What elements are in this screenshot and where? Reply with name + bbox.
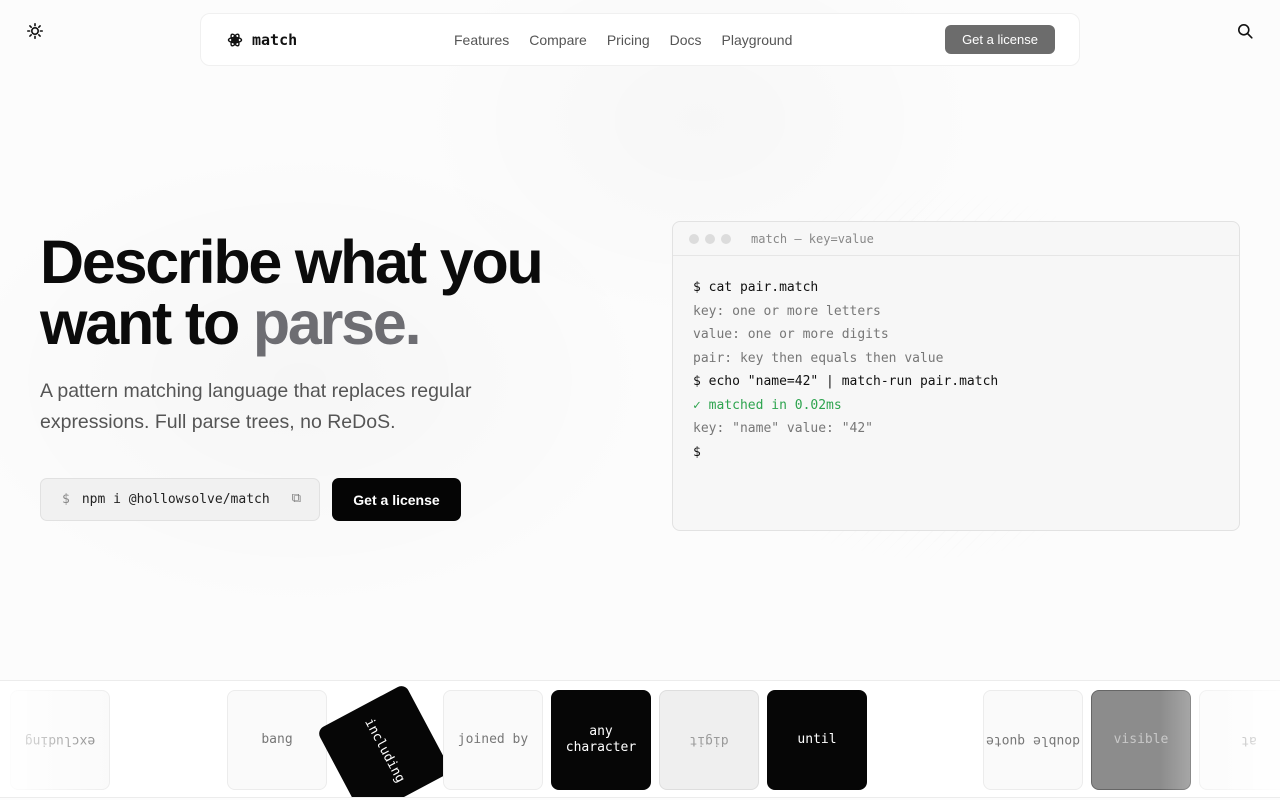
- install-prompt: $: [62, 492, 70, 507]
- nav-link-compare[interactable]: Compare: [529, 32, 587, 48]
- copy-icon[interactable]: ⧉: [292, 491, 301, 506]
- nav-link-docs[interactable]: Docs: [670, 32, 702, 48]
- keyword-tile[interactable]: bang: [227, 690, 327, 790]
- terminal-title: match — key=value: [751, 231, 874, 246]
- install-command: npm i @hollowsolve/match: [81, 492, 270, 507]
- sun-icon: [27, 23, 43, 39]
- hero-get-license-button[interactable]: Get a license: [332, 478, 461, 521]
- install-command-box[interactable]: $ npm i @hollowsolve/match ⧉: [40, 478, 320, 521]
- terminal-line: ✓ matched in 0.02ms: [693, 397, 842, 413]
- keyword-tile-label: until: [797, 732, 837, 747]
- terminal-line: pair: key then equals then value: [693, 350, 944, 366]
- search-button[interactable]: [1234, 20, 1256, 42]
- hero-title-line1: Describe what you: [40, 228, 544, 296]
- keyword-tile[interactable]: joined by: [443, 690, 543, 790]
- terminal-line: key: "name" value: "42": [693, 421, 874, 436]
- nav-link-pricing[interactable]: Pricing: [607, 32, 650, 48]
- terminal-line: $ echo "name=42" | match-run pair.match: [693, 374, 999, 389]
- keyword-tile[interactable]: including: [316, 683, 452, 797]
- terminal-line: key: one or more letters: [693, 303, 881, 319]
- nav-get-license-button[interactable]: Get a license: [945, 25, 1055, 54]
- keyword-tile-label: visible: [1113, 732, 1169, 747]
- window-dot-icon: [689, 233, 699, 244]
- hero-subtitle: A pattern matching language that replace…: [40, 380, 472, 433]
- keyword-marquee: excluding bang including joined by any c…: [0, 680, 1280, 798]
- hero-title: Describe what you want to parse.: [40, 232, 600, 354]
- keyword-tile[interactable]: at: [1199, 690, 1280, 790]
- terminal-line: $ cat pair.match: [693, 280, 819, 295]
- keyword-tile[interactable]: until: [767, 690, 867, 790]
- window-dot-icon: [705, 233, 715, 244]
- keyword-tile-label: digit: [689, 733, 729, 748]
- keyword-tile-label: at: [1241, 733, 1257, 748]
- keyword-tile[interactable]: visible: [1091, 690, 1191, 790]
- terminal-titlebar: match — key=value: [673, 222, 1239, 256]
- keyword-tile[interactable]: excluding: [10, 690, 110, 790]
- nav-link-features[interactable]: Features: [454, 32, 509, 48]
- hero-title-accent: parse.: [252, 289, 422, 357]
- keyword-tile-label: including: [361, 716, 408, 786]
- keyword-tile-label: joined by: [457, 732, 529, 747]
- terminal-body: $ cat pair.match key: one or more letter…: [673, 256, 1239, 464]
- nav-links: Features Compare Pricing Docs Playground: [454, 14, 792, 65]
- keyword-tile-label: double quote: [986, 733, 1080, 748]
- terminal-line: value: one or more digits: [693, 327, 889, 342]
- window-dot-icon: [721, 233, 731, 244]
- terminal-window: match — key=value $ cat pair.match key: …: [672, 221, 1240, 531]
- keyword-tile-label: excluding: [24, 733, 96, 748]
- brand-logo-link[interactable]: match: [227, 14, 297, 65]
- brand-name: match: [252, 30, 298, 49]
- keyword-tile[interactable]: digit: [659, 690, 759, 790]
- theme-toggle-button[interactable]: [24, 20, 46, 42]
- keyword-tile-label: bang: [261, 732, 293, 747]
- keyword-tile[interactable]: double quote: [983, 690, 1083, 790]
- keyword-tile[interactable]: any character: [551, 690, 651, 790]
- nav-link-playground[interactable]: Playground: [722, 32, 793, 48]
- hero-title-line2a: want to: [40, 289, 253, 357]
- search-icon: [1238, 24, 1253, 39]
- top-navbar: match Features Compare Pricing Docs Play…: [200, 13, 1080, 66]
- atom-icon: [227, 33, 243, 46]
- keyword-tile-label: any character: [565, 724, 637, 755]
- terminal-line: $: [693, 444, 701, 460]
